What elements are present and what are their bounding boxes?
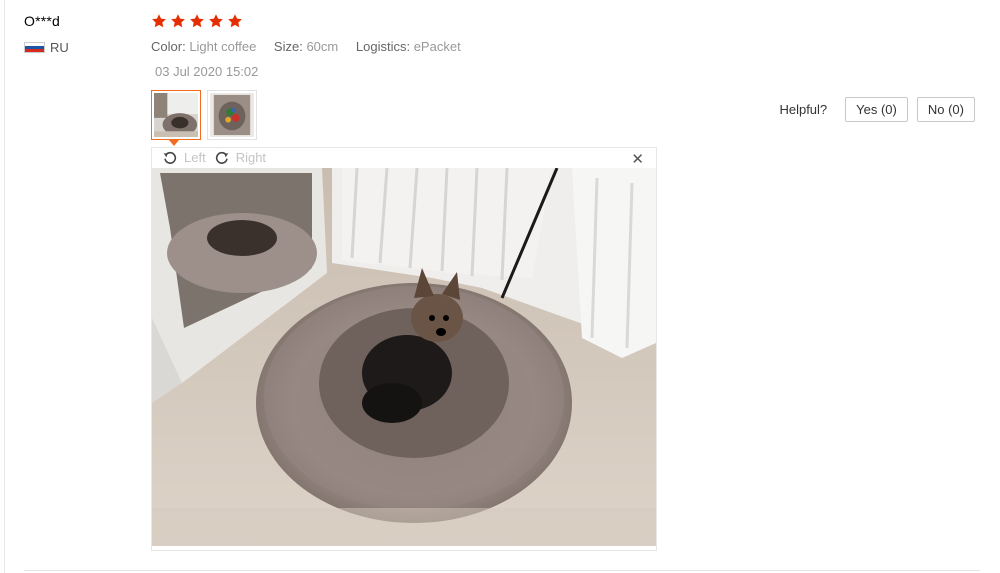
attribute-key: Size: <box>273 39 303 54</box>
bottom-divider <box>24 570 980 571</box>
left-divider <box>4 0 5 573</box>
review-photo <box>152 168 656 546</box>
helpful-label: Helpful? <box>779 102 828 117</box>
star-icon <box>152 14 166 28</box>
star-icon <box>209 14 223 28</box>
thumbnail-1[interactable] <box>151 90 201 140</box>
rotate-right-label: Right <box>235 150 267 165</box>
helpful-vote: Helpful? Yes (0) No (0) <box>779 97 975 122</box>
order-attributes: Color: Light coffee Size: 60cm Logistics… <box>151 39 475 54</box>
attribute-logistics: Logistics: ePacket <box>356 39 461 54</box>
viewer-toolbar: Left Right <box>152 148 656 167</box>
attribute-key: Color: <box>151 39 186 54</box>
star-rating <box>151 13 246 29</box>
photo-viewer: Left Right ✕ <box>151 147 657 551</box>
attribute-value: 60cm <box>306 39 339 54</box>
thumbnail-pointer <box>169 140 179 146</box>
attribute-value: Light coffee <box>189 39 257 54</box>
russia-flag-icon <box>24 42 45 53</box>
close-icon[interactable]: ✕ <box>631 150 644 168</box>
attribute-value: ePacket <box>413 39 461 54</box>
rotate-left-label: Left <box>184 150 206 165</box>
rotate-left-icon <box>163 151 177 164</box>
reviewer-name: O***d <box>24 13 61 29</box>
attribute-size: Size: 60cm <box>274 39 338 54</box>
thumbnail-2[interactable] <box>207 90 257 140</box>
attribute-color: Color: Light coffee <box>151 39 256 54</box>
helpful-yes-button[interactable]: Yes (0) <box>845 97 908 122</box>
attribute-key: Logistics: <box>355 39 411 54</box>
rotate-left-button[interactable]: Left <box>162 150 206 166</box>
thumbnail-image <box>154 93 198 137</box>
star-icon <box>171 14 185 28</box>
star-icon <box>190 14 204 28</box>
photo-thumbnails <box>151 90 263 140</box>
country-code: RU <box>50 40 69 55</box>
review-date: 03 Jul 2020 15:02 <box>155 64 259 79</box>
reviewer-country: RU <box>24 40 69 55</box>
thumbnail-image <box>210 93 254 137</box>
rotate-right-button[interactable]: Right <box>214 150 266 166</box>
rotate-right-icon <box>215 151 229 164</box>
star-icon <box>228 14 242 28</box>
helpful-no-button[interactable]: No (0) <box>916 97 975 122</box>
dog-bed-photo <box>152 168 656 546</box>
